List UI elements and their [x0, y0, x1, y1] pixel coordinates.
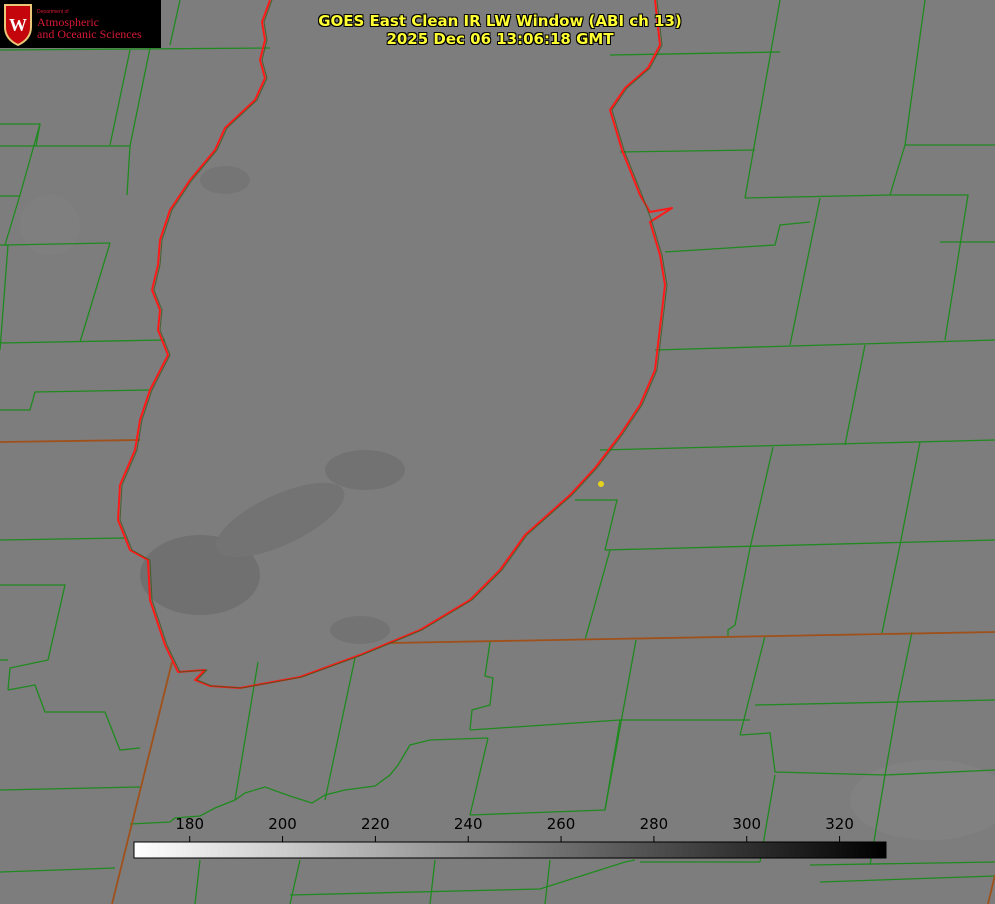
- satellite-map: [0, 0, 995, 904]
- uw-crest-icon: W: [4, 4, 32, 47]
- colorbar-tick-label-200: 200: [268, 815, 297, 833]
- ir-background: [0, 0, 995, 904]
- colorbar-tick-label-320: 320: [825, 815, 854, 833]
- svg-text:W: W: [9, 15, 27, 35]
- colorbar-tick-label-180: 180: [175, 815, 205, 833]
- colorbar-tick-label-240: 240: [453, 815, 483, 833]
- logo-line-1: Atmospheric: [37, 14, 99, 29]
- aos-logo: W Department of Atmospheric and Oceanic …: [0, 0, 161, 48]
- colorbar-tick-label-300: 300: [732, 815, 762, 833]
- logo-line-2: and Oceanic Sciences: [37, 26, 142, 41]
- colorbar-tick-label-260: 260: [546, 815, 576, 833]
- title-timestamp: 2025 Dec 06 13:06:18 GMT: [386, 30, 614, 48]
- title-product: GOES East Clean IR LW Window (ABI ch 13): [318, 12, 682, 30]
- colorbar-tick-label-220: 220: [361, 815, 390, 833]
- colorbar-tick-label-280: 280: [639, 815, 669, 833]
- station-marker: [598, 481, 604, 487]
- colorbar-gradient: [133, 841, 887, 859]
